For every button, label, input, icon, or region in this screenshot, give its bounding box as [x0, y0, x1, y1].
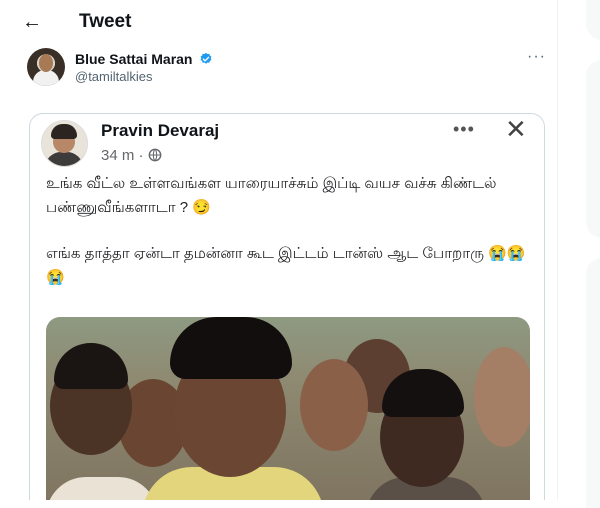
arrow-left-icon[interactable]: ← [22, 10, 50, 34]
embedded-post-text-2: எங்க தாத்தா ஏன்டா தமன்னா கூட இட்டம் டான்… [46, 245, 526, 286]
avatar-body-shape [33, 70, 59, 86]
author-handle[interactable]: @tamiltalkies [75, 69, 153, 85]
tweet-media-card[interactable]: Pravin Devaraj 34 m · ••• ✕ உங்க வீட்ல உ… [29, 113, 545, 500]
page-title: Tweet [79, 11, 132, 32]
person-hair-shape [54, 343, 128, 389]
right-sidebar [558, 0, 600, 508]
meme-photo [46, 317, 530, 500]
author-name[interactable]: Blue Sattai Maran [75, 50, 213, 68]
embedded-avatar-shirt [45, 152, 83, 166]
options-icon: ••• [453, 119, 475, 139]
author-name-text: Blue Sattai Maran [75, 51, 193, 67]
tweet-header: ← Tweet [0, 0, 557, 44]
close-icon: ✕ [505, 114, 527, 144]
sidebar-panel [586, 0, 600, 40]
more-horizontal-icon[interactable]: ··· [527, 48, 546, 66]
person-shirt-shape [46, 477, 158, 500]
embedded-post-text-1: உங்க வீட்ல உள்ளவங்கள யாரையாச்சும் இப்டி … [46, 175, 497, 216]
background-person-shape [474, 347, 530, 447]
sidebar-panel [586, 60, 600, 238]
embedded-avatar-hair [51, 124, 77, 139]
tweet-author: Blue Sattai Maran @tamiltalkies ··· [0, 44, 557, 94]
sidebar-panel [586, 258, 600, 508]
embedded-avatar [41, 120, 88, 167]
background-person-shape [300, 359, 368, 451]
tweet-detail-column: ← Tweet Blue Sattai Maran @tamiltalkies … [0, 0, 558, 500]
embedded-author-name: Pravin Devaraj [101, 121, 220, 140]
embedded-post-meta: 34 m · [101, 147, 162, 165]
avatar[interactable] [27, 48, 65, 86]
verified-badge-icon [200, 52, 212, 64]
main-person-hair-shape [170, 317, 292, 379]
embedded-post-time: 34 m · [101, 147, 148, 164]
avatar-face-shape [39, 54, 53, 72]
globe-icon [148, 148, 162, 162]
